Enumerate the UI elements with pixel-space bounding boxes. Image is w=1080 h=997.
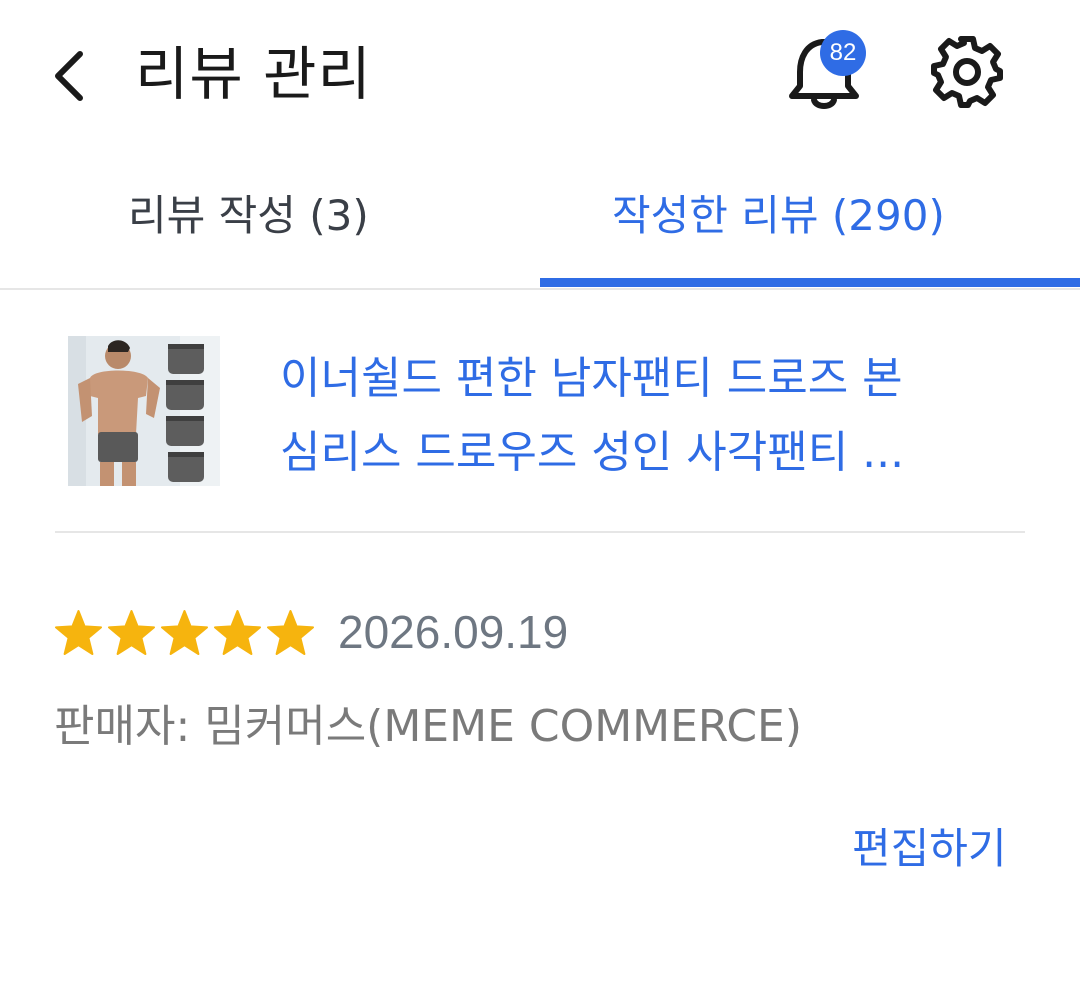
product-name-link[interactable]: 이너쉴드 편한 남자팬티 드로즈 본 심리스 드로우즈 성인 사각팬티 ...	[280, 342, 1020, 490]
seller-info: 판매자: 밈커머스(MEME COMMERCE)	[54, 701, 803, 752]
notification-count-badge: 82	[820, 30, 866, 76]
star-icon	[55, 610, 102, 655]
section-divider	[55, 531, 1025, 533]
star-icon	[214, 610, 261, 655]
review-tabs: 리뷰 작성 (3) 작성한 리뷰 (290)	[0, 150, 1080, 290]
page-title: 리뷰 관리	[135, 40, 372, 108]
settings-button[interactable]	[928, 33, 1006, 111]
rating-stars	[52, 608, 317, 658]
star-icon	[161, 610, 208, 655]
product-name-line-1: 이너쉴드 편한 남자팬티 드로즈 본	[280, 353, 903, 404]
active-tab-indicator	[540, 278, 1080, 287]
product-thumbnail[interactable]	[68, 336, 220, 486]
star-icon	[267, 610, 314, 655]
tab-write-review[interactable]: 리뷰 작성 (3)	[128, 186, 369, 246]
star-icon	[108, 610, 155, 655]
tab-written-reviews[interactable]: 작성한 리뷰 (290)	[612, 186, 945, 246]
product-image	[68, 336, 220, 486]
review-date: 2026.09.19	[338, 606, 569, 658]
gear-icon	[931, 36, 1003, 108]
edit-review-button[interactable]: 편집하기	[852, 818, 1007, 880]
product-name-line-2: 심리스 드로우즈 성인 사각팬티 ...	[280, 427, 905, 478]
back-button[interactable]	[42, 40, 102, 110]
review-product: 이너쉴드 편한 남자팬티 드로즈 본 심리스 드로우즈 성인 사각팬티 ...	[0, 290, 1080, 533]
app-header: 리뷰 관리 82	[0, 0, 1080, 150]
chevron-left-icon	[55, 51, 83, 101]
